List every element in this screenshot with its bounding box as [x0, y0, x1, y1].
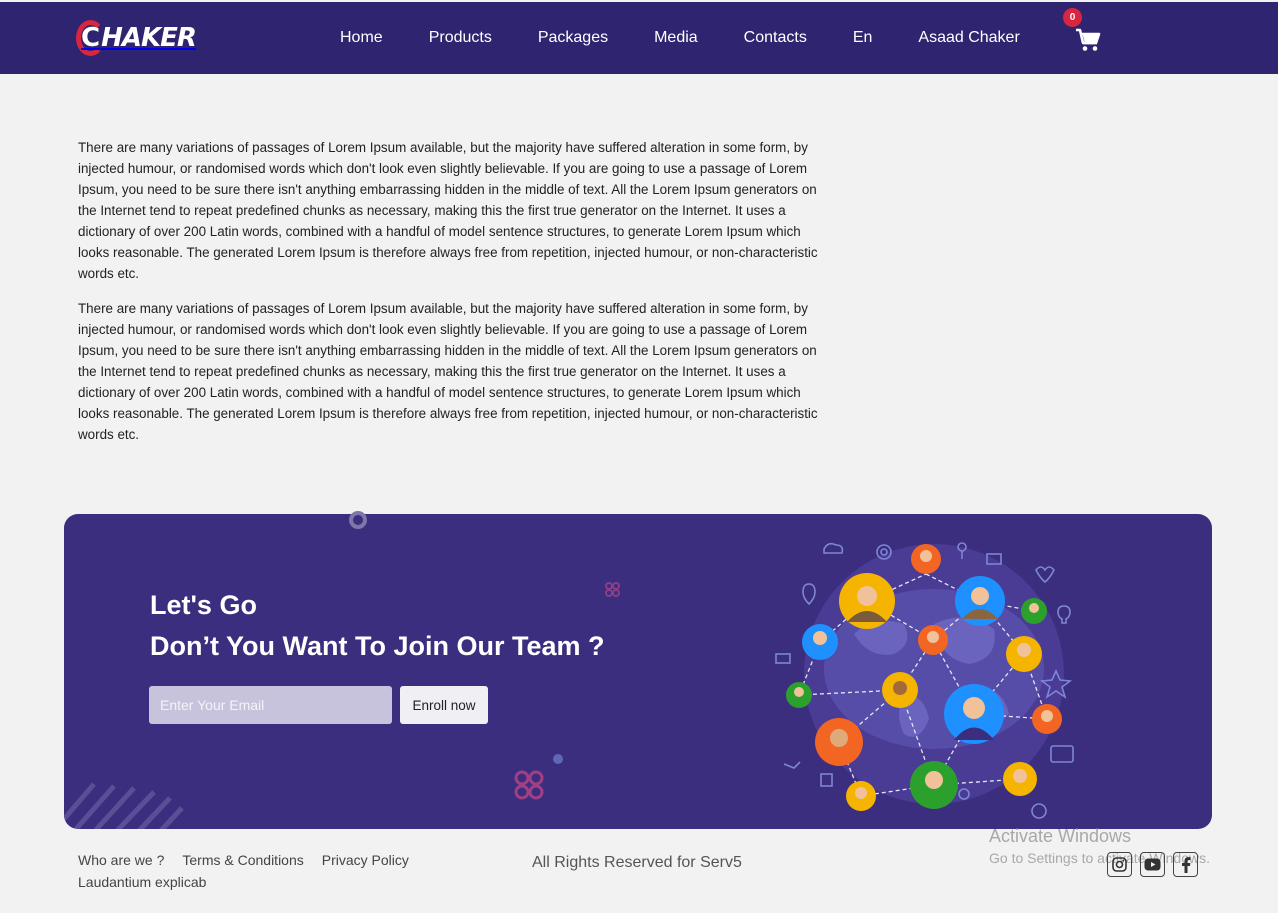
footer-link-privacy[interactable]: Privacy Policy: [322, 852, 409, 868]
footer-link-terms[interactable]: Terms & Conditions: [182, 852, 303, 868]
ring-decoration-icon: [349, 511, 367, 529]
stripes-decoration-icon: [64, 782, 184, 829]
cart-count-badge: 0: [1063, 8, 1082, 27]
nav-products[interactable]: Products: [429, 29, 492, 47]
footer-links: Who are we ? Terms & Conditions Privacy …: [78, 852, 409, 868]
join-team-banner: Let's Go Don’t You Want To Join Our Team…: [64, 511, 1212, 829]
user-account-link[interactable]: Asaad Chaker: [918, 29, 1019, 47]
nav-home[interactable]: Home: [340, 29, 383, 47]
nav-packages[interactable]: Packages: [538, 29, 608, 47]
footer-link-laudantium[interactable]: Laudantium explicab: [78, 874, 206, 890]
large-cross-decoration-icon: [514, 770, 544, 800]
team-network-illustration: [775, 542, 1074, 819]
facebook-icon[interactable]: [1173, 852, 1198, 877]
youtube-icon[interactable]: [1140, 852, 1165, 877]
logo-mark-icon: C: [76, 20, 106, 56]
instagram-icon[interactable]: [1107, 852, 1132, 877]
email-input[interactable]: [149, 686, 392, 724]
logo-text: HAKER: [101, 23, 197, 53]
banner-heading: Let's Go: [150, 590, 257, 620]
social-links: [1107, 852, 1198, 877]
brand-logo[interactable]: C HAKER: [76, 14, 197, 62]
nav-media[interactable]: Media: [654, 29, 698, 47]
language-switch[interactable]: En: [853, 29, 873, 47]
content-paragraph-1: There are many variations of passages of…: [78, 140, 818, 281]
top-navbar: C HAKER Home Products Packages Media Con…: [0, 2, 1278, 74]
shopping-cart-icon[interactable]: [1075, 28, 1101, 52]
cross-decoration-icon: [605, 582, 620, 597]
copyright-text: All Rights Reserved for Serv5: [532, 854, 742, 871]
footer-link-who-are-we[interactable]: Who are we ?: [78, 852, 164, 868]
dot-decoration-icon: [553, 754, 563, 764]
content-paragraph-2: There are many variations of passages of…: [78, 301, 818, 442]
enroll-now-button[interactable]: Enroll now: [400, 686, 488, 724]
banner-subheading: Don’t You Want To Join Our Team ?: [150, 631, 605, 661]
nav-contacts[interactable]: Contacts: [744, 29, 807, 47]
windows-watermark-title: Activate Windows: [989, 826, 1132, 846]
main-nav: Home Products Packages Media Contacts En…: [340, 2, 1066, 74]
main-content: There are many variations of passages of…: [78, 137, 818, 459]
